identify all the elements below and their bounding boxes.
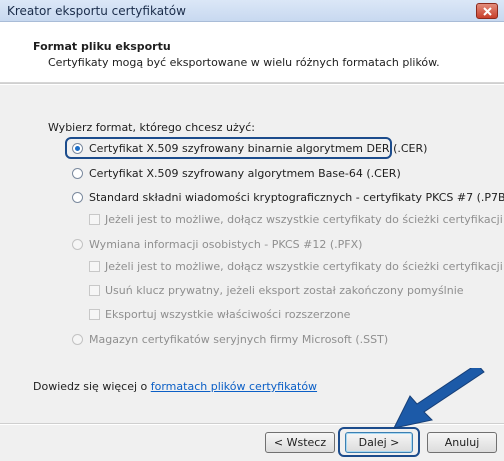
- checkbox[interactable]: [89, 309, 100, 320]
- window-title: Kreator eksportu certyfikatów: [7, 4, 186, 18]
- learn-more-row: Dowiedz się więcej o formatach plików ce…: [33, 380, 317, 393]
- checkbox[interactable]: [89, 214, 100, 225]
- section-title: Format pliku eksportu: [33, 40, 171, 53]
- back-button[interactable]: < Wstecz: [265, 432, 335, 453]
- learn-more-link[interactable]: formatach plików certyfikatów: [151, 380, 317, 393]
- radio-button[interactable]: [72, 239, 83, 250]
- option-pkcs12[interactable]: Wymiana informacji osobistych - PKCS #12…: [72, 238, 362, 251]
- learn-more-prefix: Dowiedz się więcej o: [33, 380, 151, 393]
- title-bar: Kreator eksportu certyfikatów: [0, 0, 504, 22]
- checkbox-label: Usuń klucz prywatny, jeżeli eksport zost…: [105, 284, 464, 297]
- checkbox-label: Jeżeli jest to możliwe, dołącz wszystkie…: [105, 260, 503, 273]
- option-base64-cer[interactable]: Certyfikat X.509 szyfrowany algorytmem B…: [72, 167, 401, 180]
- checkbox-include-chain-pfx[interactable]: Jeżeli jest to możliwe, dołącz wszystkie…: [89, 260, 503, 273]
- radio-button[interactable]: [72, 168, 83, 179]
- checkbox-label: Jeżeli jest to możliwe, dołącz wszystkie…: [105, 213, 503, 226]
- option-label: Standard składni wiadomości kryptografic…: [89, 191, 504, 204]
- format-prompt: Wybierz format, którego chcesz użyć:: [48, 121, 256, 134]
- checkbox-export-extended-properties[interactable]: Eksportuj wszystkie właściwości rozszerz…: [89, 308, 350, 321]
- section-description: Certyfikaty mogą być eksportowane w wiel…: [48, 56, 440, 69]
- radio-button[interactable]: [72, 192, 83, 203]
- option-pkcs7[interactable]: Standard składni wiadomości kryptografic…: [72, 191, 504, 204]
- option-label: Magazyn certyfikatów seryjnych firmy Mic…: [89, 333, 389, 346]
- option-label: Wymiana informacji osobistych - PKCS #12…: [89, 238, 363, 251]
- checkbox-label: Eksportuj wszystkie właściwości rozszerz…: [105, 308, 351, 321]
- close-button[interactable]: [476, 3, 498, 19]
- close-icon: [483, 7, 492, 16]
- selection-highlight: [65, 137, 392, 159]
- option-label: Certyfikat X.509 szyfrowany algorytmem B…: [89, 167, 401, 180]
- export-wizard-window: Kreator eksportu certyfikatów Format pli…: [0, 0, 504, 461]
- header-panel: Format pliku eksportu Certyfikaty mogą b…: [0, 22, 504, 83]
- header-divider: [0, 83, 504, 85]
- checkbox[interactable]: [89, 261, 100, 272]
- option-sst[interactable]: Magazyn certyfikatów seryjnych firmy Mic…: [72, 333, 388, 346]
- pointer-arrow-icon: [393, 368, 485, 429]
- checkbox-delete-private-key[interactable]: Usuń klucz prywatny, jeżeli eksport zost…: [89, 284, 464, 297]
- checkbox-include-chain-p7b[interactable]: Jeżeli jest to możliwe, dołącz wszystkie…: [89, 213, 503, 226]
- cancel-button[interactable]: Anuluj: [427, 432, 497, 453]
- checkbox[interactable]: [89, 285, 100, 296]
- radio-button[interactable]: [72, 334, 83, 345]
